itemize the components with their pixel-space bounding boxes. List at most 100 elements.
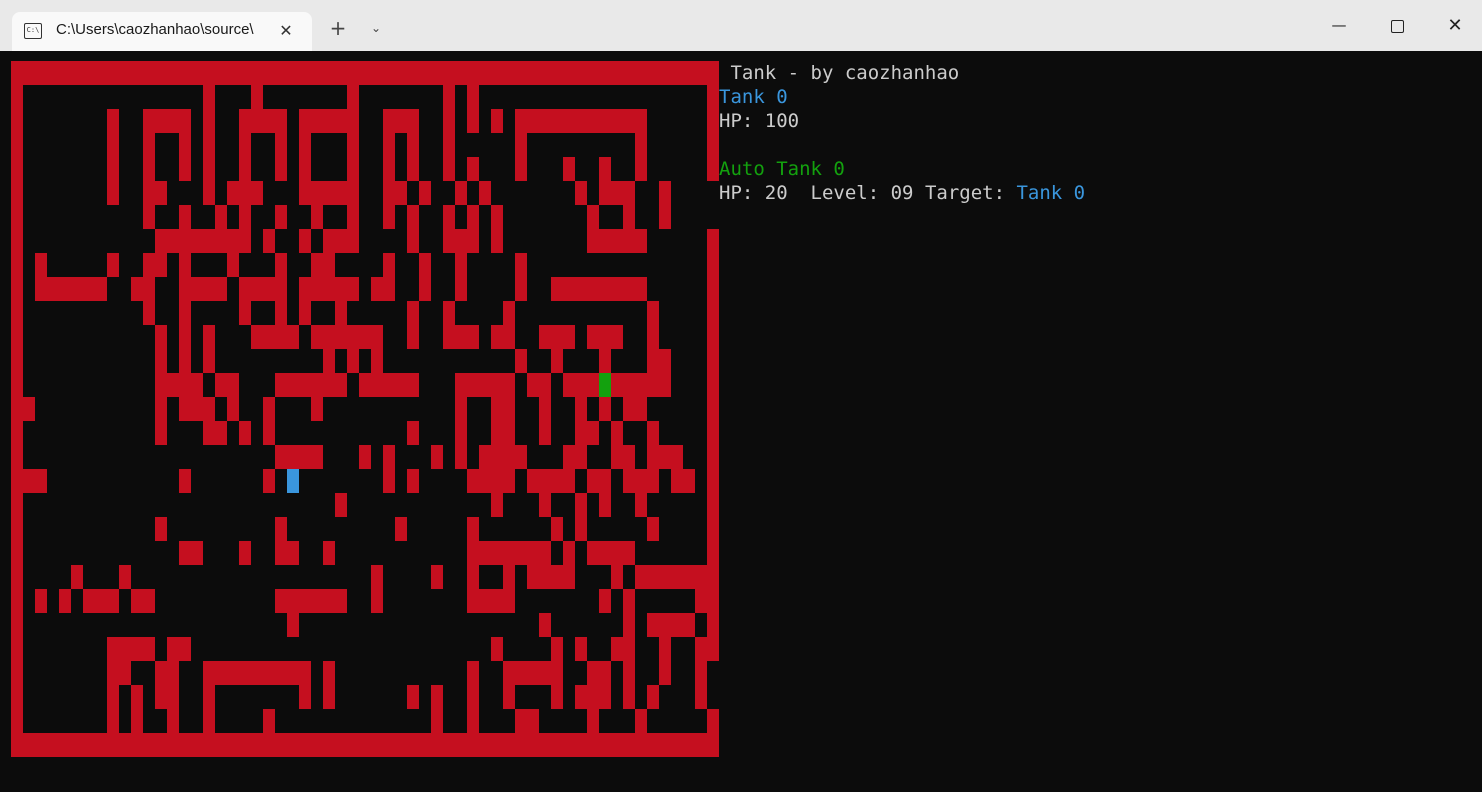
wall-cell [647, 445, 659, 469]
wall-cell [347, 85, 359, 109]
wall-cell [707, 109, 719, 133]
wall-cell [635, 157, 647, 181]
wall-cell [155, 349, 167, 373]
wall-cell [407, 685, 419, 709]
wall-cell [647, 565, 659, 589]
wall-cell [707, 229, 719, 253]
tab-dropdown-chevron-icon[interactable]: ⌄ [364, 16, 388, 40]
wall-cell [503, 373, 515, 397]
wall-cell [431, 685, 443, 709]
wall-cell [491, 325, 503, 349]
wall-cell [539, 613, 551, 637]
wall-cell [11, 637, 23, 661]
wall-cell [239, 61, 251, 85]
wall-cell [11, 157, 23, 181]
wall-cell [479, 181, 491, 205]
wall-cell [335, 373, 347, 397]
wall-cell [707, 733, 719, 757]
wall-cell [383, 61, 395, 85]
wall-cell [11, 61, 23, 85]
wall-cell [323, 229, 335, 253]
wall-cell [647, 373, 659, 397]
wall-cell [611, 229, 623, 253]
wall-cell [623, 613, 635, 637]
wall-cell [407, 61, 419, 85]
wall-cell [515, 661, 527, 685]
wall-cell [599, 61, 611, 85]
wall-cell [539, 541, 551, 565]
wall-cell [611, 421, 623, 445]
wall-cell [311, 373, 323, 397]
wall-cell [107, 709, 119, 733]
maximize-button[interactable] [1368, 0, 1426, 51]
wall-cell [527, 565, 539, 589]
wall-cell [455, 229, 467, 253]
wall-cell [131, 637, 143, 661]
wall-cell [539, 61, 551, 85]
wall-cell [95, 589, 107, 613]
wall-cell [407, 301, 419, 325]
wall-cell [455, 373, 467, 397]
wall-cell [131, 61, 143, 85]
wall-cell [263, 109, 275, 133]
wall-cell [647, 469, 659, 493]
wall-cell [311, 109, 323, 133]
wall-cell [179, 325, 191, 349]
close-tab-icon[interactable]: ✕ [274, 19, 298, 43]
wall-cell [563, 541, 575, 565]
player-tank-name: Tank 0 [719, 86, 788, 108]
wall-cell [299, 733, 311, 757]
wall-cell [503, 421, 515, 445]
wall-cell [635, 709, 647, 733]
wall-cell [419, 277, 431, 301]
wall-cell [239, 157, 251, 181]
wall-cell [551, 109, 563, 133]
wall-cell [455, 325, 467, 349]
new-tab-button[interactable]: + [326, 16, 350, 40]
wall-cell [383, 277, 395, 301]
wall-cell [683, 61, 695, 85]
wall-cell [131, 685, 143, 709]
wall-cell [311, 277, 323, 301]
wall-cell [251, 661, 263, 685]
wall-cell [599, 541, 611, 565]
wall-cell [335, 325, 347, 349]
wall-cell [371, 277, 383, 301]
wall-cell [263, 397, 275, 421]
wall-cell [347, 349, 359, 373]
wall-cell [179, 349, 191, 373]
minimize-button[interactable]: — [1310, 0, 1368, 51]
wall-cell [527, 109, 539, 133]
wall-cell [335, 229, 347, 253]
wall-cell [11, 709, 23, 733]
wall-cell [239, 421, 251, 445]
wall-cell [707, 493, 719, 517]
wall-cell [371, 61, 383, 85]
wall-cell [251, 109, 263, 133]
close-window-button[interactable]: ✕ [1426, 0, 1482, 51]
wall-cell [143, 589, 155, 613]
wall-cell [551, 349, 563, 373]
wall-cell [143, 133, 155, 157]
wall-cell [707, 325, 719, 349]
wall-cell [479, 733, 491, 757]
wall-cell [11, 85, 23, 109]
wall-cell [707, 373, 719, 397]
wall-cell [335, 301, 347, 325]
wall-cell [323, 589, 335, 613]
wall-cell [191, 397, 203, 421]
wall-cell [275, 541, 287, 565]
terminal-tab[interactable]: C:\ C:\Users\caozhanhao\source\ ✕ [12, 12, 312, 51]
wall-cell [347, 181, 359, 205]
wall-cell [59, 61, 71, 85]
wall-cell [443, 301, 455, 325]
wall-cell [575, 421, 587, 445]
wall-cell [599, 181, 611, 205]
wall-cell [707, 589, 719, 613]
wall-cell [527, 733, 539, 757]
wall-cell [467, 325, 479, 349]
wall-cell [203, 85, 215, 109]
wall-cell [11, 133, 23, 157]
wall-cell [479, 589, 491, 613]
auto-tank-hp-value: 20 [764, 182, 788, 204]
